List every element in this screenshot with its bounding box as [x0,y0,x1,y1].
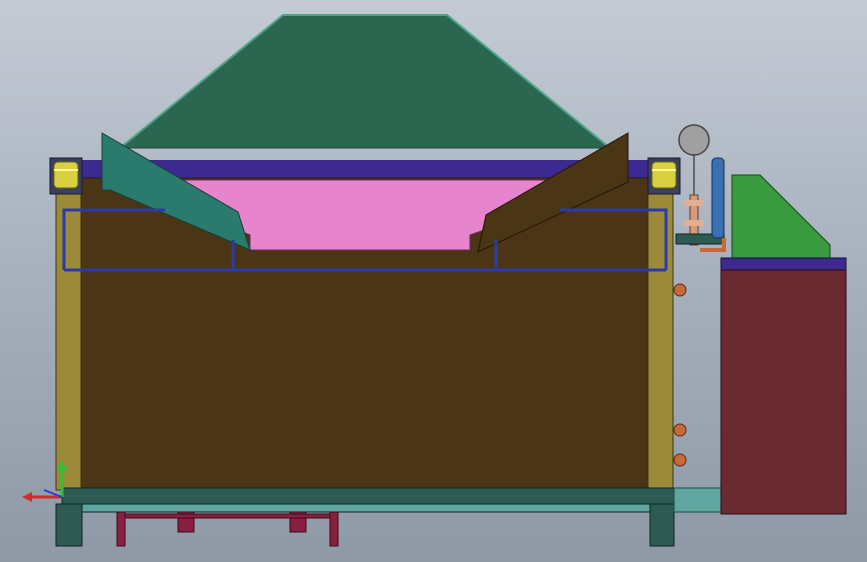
outlet-duct [673,487,723,513]
right-foot [649,503,675,547]
right-corner-roller [647,157,681,195]
left-corner-roller [49,157,83,195]
left-frame-post [55,179,82,491]
under-support [116,511,339,547]
base-skid-lower [61,503,675,513]
left-foot [55,503,83,547]
cabinet-housing [731,174,831,259]
cabinet-top [720,257,847,271]
side-hoses [673,283,687,467]
cad-viewport[interactable] [0,0,867,562]
pressure-gauge [678,124,710,195]
hood [118,14,612,149]
base-skid [61,487,675,505]
control-cabinet [720,174,847,515]
right-frame-post [647,179,674,491]
cabinet-body [720,269,847,515]
